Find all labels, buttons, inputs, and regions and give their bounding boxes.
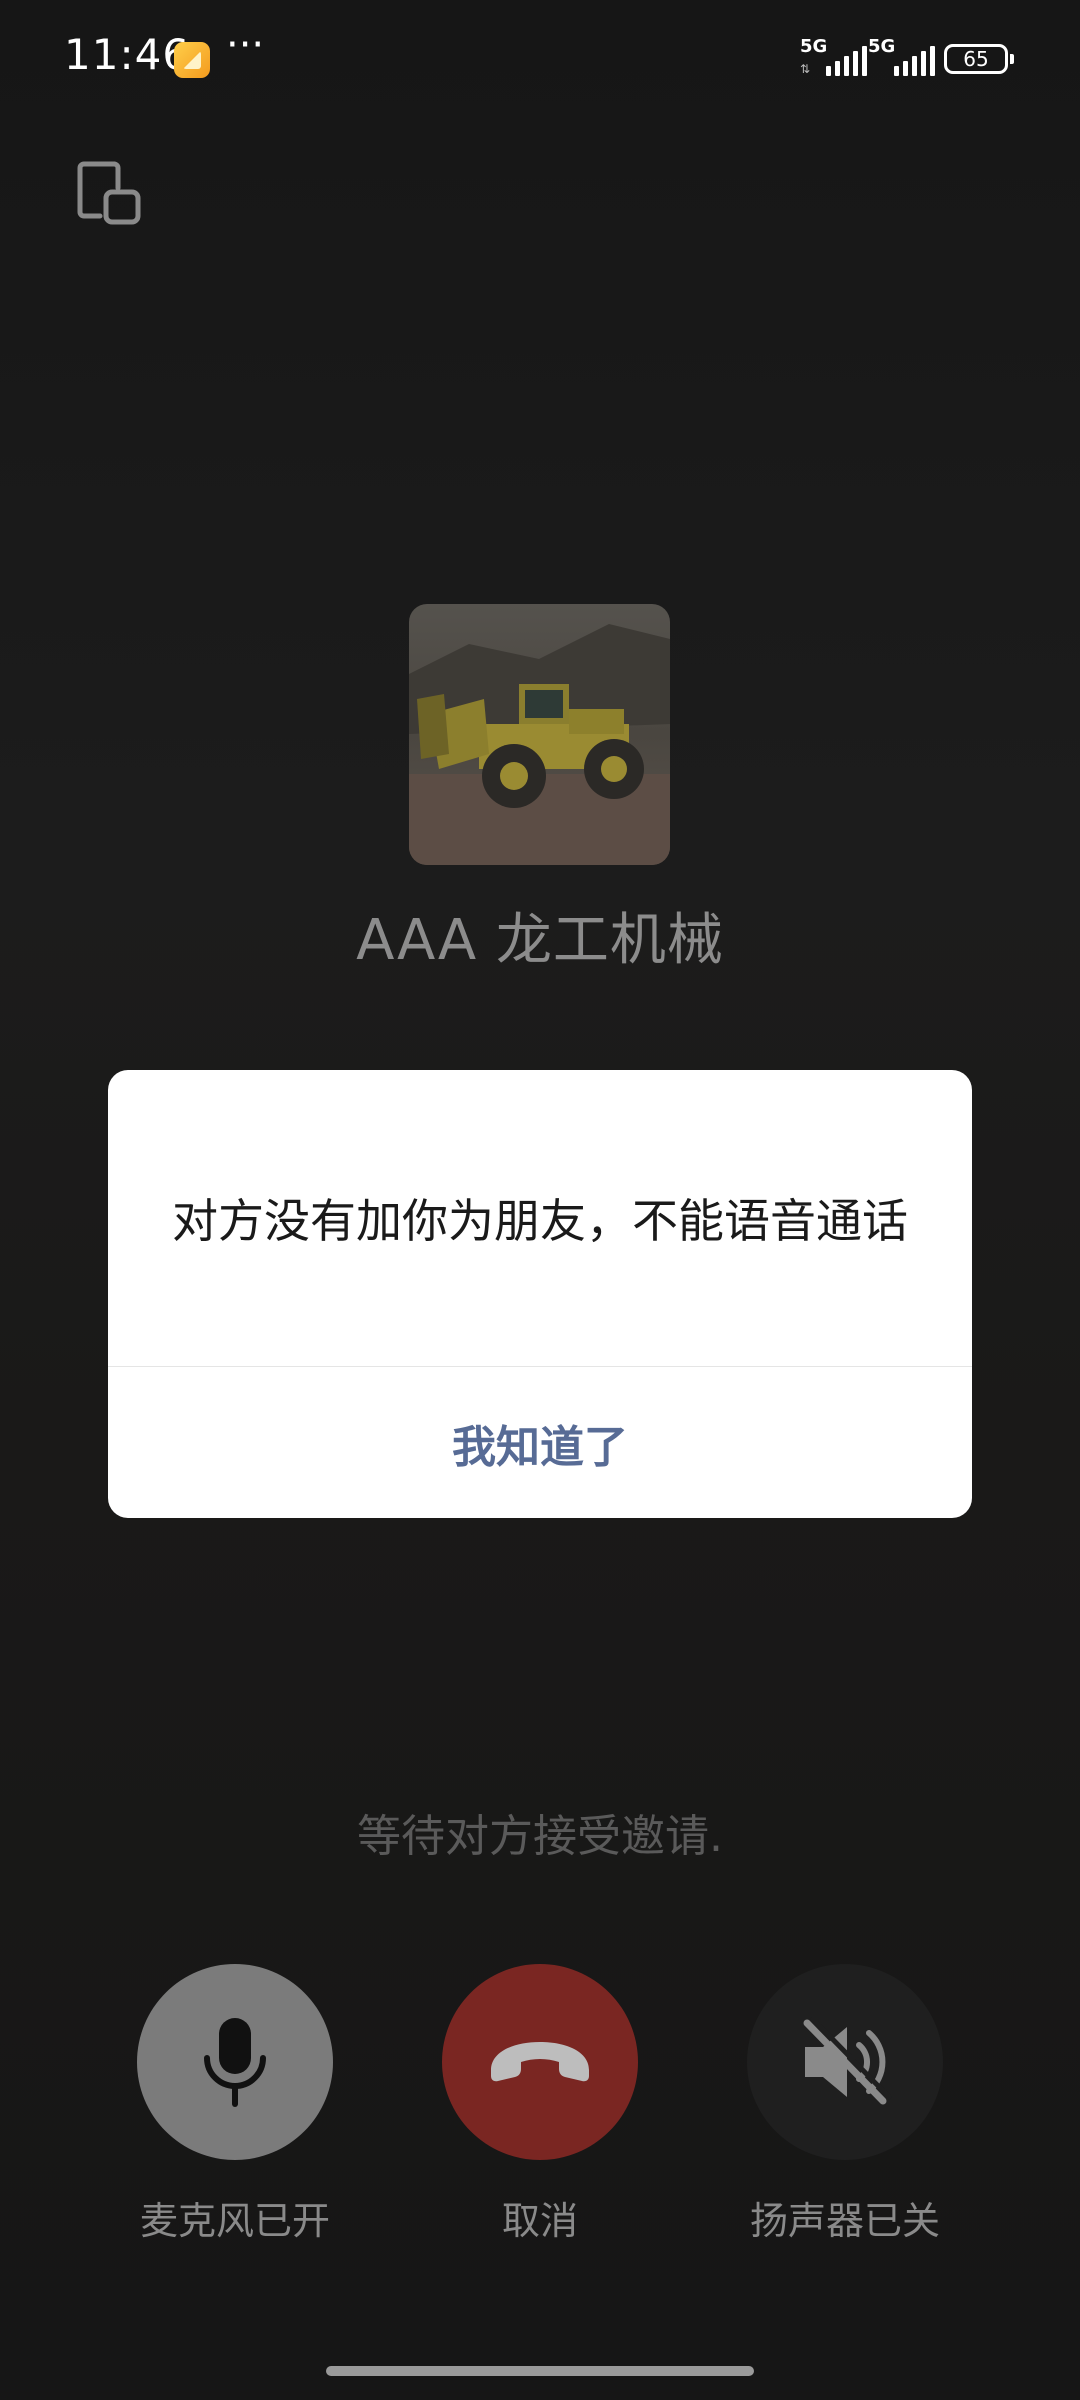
- speaker-control: 扬声器已关: [747, 1964, 943, 2245]
- status-time: 11:46: [64, 30, 191, 79]
- microphone-control: 麦克风已开: [137, 1964, 333, 2245]
- data-activity-icon: ⇅: [800, 62, 811, 76]
- speaker-label: 扬声器已关: [749, 2199, 940, 2243]
- alert-dialog: 对方没有加你为朋友，不能语音通话 我知道了: [108, 1070, 972, 1518]
- speaker-button[interactable]: [747, 1964, 943, 2160]
- contact-avatar: [409, 604, 670, 865]
- cancel-call-button[interactable]: [442, 1964, 638, 2160]
- minimize-window-icon[interactable]: [74, 158, 144, 228]
- signal-sim1-icon: 5G ⇅: [800, 36, 870, 76]
- network-type-2: 5G: [868, 36, 896, 57]
- call-status-text: 等待对方接受邀请.: [357, 1811, 723, 1862]
- contact-name: AAA 龙工机械: [356, 908, 724, 973]
- microphone-icon: [204, 2018, 266, 2107]
- battery-level: 65: [963, 47, 989, 71]
- microphone-button[interactable]: [137, 1964, 333, 2160]
- home-indicator[interactable]: [326, 2366, 754, 2376]
- battery-icon: 65: [944, 44, 1014, 74]
- dialog-message: 对方没有加你为朋友，不能语音通话: [172, 1194, 908, 1248]
- network-type-1: 5G: [800, 36, 828, 57]
- signal-bars-2-icon: [894, 46, 935, 76]
- signal-bars-1-icon: [826, 46, 867, 76]
- cancel-label: 取消: [501, 2199, 578, 2243]
- notification-app-icon: [174, 42, 210, 78]
- cancel-control: 取消: [442, 1964, 638, 2245]
- dialog-confirm-button[interactable]: 我知道了: [108, 1367, 972, 1518]
- more-notifications-icon: ···: [226, 22, 265, 68]
- signal-sim2-icon: 5G: [868, 36, 938, 76]
- hang-up-icon: [491, 2042, 589, 2082]
- microphone-label: 麦克风已开: [139, 2199, 330, 2243]
- speaker-muted-icon: [803, 2017, 892, 2105]
- status-bar: 11:46 ··· 5G ⇅ 5G 65: [0, 0, 1080, 120]
